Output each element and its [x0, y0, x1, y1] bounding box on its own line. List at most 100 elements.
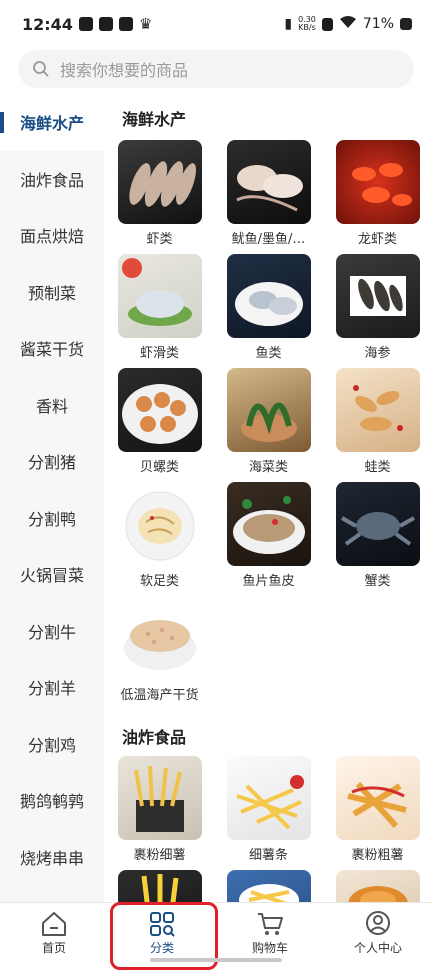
sidebar-item-label: 面点烘焙 [19, 227, 84, 247]
crab-image [335, 482, 420, 566]
battery-percent: 71% [362, 16, 394, 32]
thick-fries-image [335, 756, 420, 840]
cephalopod-image [117, 482, 202, 566]
sidebar-item-seafood[interactable]: 海鲜水产 [0, 94, 104, 151]
category-item-battered-fries[interactable]: 裹粉细薯 [105, 756, 214, 870]
category-label: 海菜类 [248, 460, 288, 475]
sim-icon [321, 17, 333, 31]
sidebar-item-lamb[interactable]: 分割羊 [0, 659, 104, 716]
section-grid: 裹粉细薯 细薯条 裹粉粗薯 [104, 756, 432, 902]
sidebar-item-spices[interactable]: 香料 [0, 377, 104, 434]
category-label: 裹粉细薯 [133, 848, 186, 863]
section-title: 海鲜水产 [122, 110, 187, 129]
category-item-dried-seafood[interactable]: 低温海产干货 [105, 596, 214, 710]
home-indicator [150, 958, 282, 962]
wifi-icon [339, 15, 357, 33]
crayfish-image [335, 140, 420, 224]
fried-food-image [335, 870, 420, 902]
category-item-squid[interactable]: 鱿鱼/墨鱼/… [214, 140, 323, 254]
sidebar-item-duck[interactable]: 分割鸭 [0, 490, 104, 547]
vibrate-icon: ▮ [284, 16, 293, 32]
category-item-thick-fries[interactable]: 裹粉粗薯 [323, 756, 432, 870]
status-bar: 12:44 ♛ ▮ 0.30 KB/s 71% [0, 0, 432, 48]
network-speed: 0.30 KB/s [298, 16, 316, 32]
sidebar-item-label: 分割鸡 [27, 735, 76, 755]
app-icon [118, 17, 133, 31]
category-item-crayfish[interactable]: 龙虾类 [323, 140, 432, 254]
search-icon [33, 61, 49, 77]
sidebar-item-label: 火锅冒菜 [19, 566, 84, 586]
sidebar-item-label: 分割羊 [27, 679, 76, 699]
tab-category[interactable]: 分类 [108, 902, 218, 970]
section-title: 油炸食品 [122, 728, 187, 747]
crown-icon: ♛ [138, 15, 153, 33]
category-label: 裹粉粗薯 [351, 848, 404, 863]
category-item-sea-cucumber[interactable]: 海参 [323, 254, 432, 368]
tiktok-icon [78, 17, 93, 31]
category-sidebar: 海鲜水产 油炸食品 面点烘焙 预制菜 酱菜干货 香料 分割猪 分割鸭 火锅冒菜 … [0, 94, 104, 902]
sidebar-item-label: 分割猪 [27, 453, 76, 473]
user-icon [366, 911, 390, 935]
thin-fries-image [226, 756, 311, 840]
sidebar-item-label: 酱菜干货 [19, 340, 84, 360]
sidebar-item-label: 香料 [35, 396, 68, 416]
category-label: 软足类 [139, 574, 179, 589]
category-label: 贝螺类 [139, 460, 179, 475]
category-item-fried-more-3[interactable] [323, 870, 432, 902]
category-item-fried-more-2[interactable] [214, 870, 323, 902]
sidebar-item-hotpot[interactable]: 火锅冒菜 [0, 546, 104, 603]
category-item-frog[interactable]: 蛙类 [323, 368, 432, 482]
category-item-shellfish[interactable]: 贝螺类 [105, 368, 214, 482]
tab-label: 分类 [149, 941, 174, 955]
home-icon [42, 912, 66, 936]
category-label: 鱼片鱼皮 [242, 574, 295, 589]
sidebar-item-prepared[interactable]: 预制菜 [0, 264, 104, 321]
category-content: 海鲜水产 虾类 鱿鱼/墨鱼/… 龙虾类 虾滑类 鱼类 海参 贝螺类 海菜类 蛙类… [104, 94, 432, 902]
shellfish-image [117, 368, 202, 452]
sidebar-item-bbq[interactable]: 烧烤串串 [0, 829, 104, 886]
mail-icon [98, 17, 113, 31]
category-item-crab[interactable]: 蟹类 [323, 482, 432, 596]
sidebar-item-pickles[interactable]: 酱菜干货 [0, 320, 104, 377]
sidebar-item-label: 分割鸭 [27, 509, 76, 529]
sidebar-item-label: 分割牛 [27, 622, 76, 642]
sidebar-item-pork[interactable]: 分割猪 [0, 433, 104, 490]
sidebar-item-beef[interactable]: 分割牛 [0, 603, 104, 660]
shrimp-image [117, 140, 202, 224]
tab-label: 个人中心 [353, 941, 402, 955]
category-item-shrimp[interactable]: 虾类 [105, 140, 214, 254]
category-label: 低温海产干货 [120, 688, 199, 703]
sidebar-item-fried-food[interactable]: 油炸食品 [0, 151, 104, 208]
category-label: 虾滑类 [139, 346, 179, 361]
category-item-fish-slice[interactable]: 鱼片鱼皮 [214, 482, 323, 596]
search-placeholder: 搜索你想要的商品 [60, 61, 189, 80]
category-icon [150, 912, 175, 937]
tab-label: 购物车 [251, 941, 288, 955]
sidebar-item-label: 油炸食品 [19, 170, 84, 190]
sidebar-item-chicken[interactable]: 分割鸡 [0, 716, 104, 773]
category-item-thin-fries[interactable]: 细薯条 [214, 756, 323, 870]
tab-home[interactable]: 首页 [0, 903, 108, 964]
category-item-seaweed[interactable]: 海菜类 [214, 368, 323, 482]
section-grid: 虾类 鱿鱼/墨鱼/… 龙虾类 虾滑类 鱼类 海参 贝螺类 海菜类 蛙类 软足类 … [104, 140, 432, 710]
sidebar-item-label: 预制菜 [27, 283, 76, 303]
category-item-fish[interactable]: 鱼类 [214, 254, 323, 368]
sidebar-item-poultry[interactable]: 鹅鸽鹌鹑 [0, 772, 104, 829]
tab-cart[interactable]: 购物车 [216, 903, 324, 964]
category-label: 虾类 [146, 232, 173, 247]
category-label: 龙虾类 [357, 232, 397, 247]
category-item-shrimp-paste[interactable]: 虾滑类 [105, 254, 214, 368]
category-item-cephalopod[interactable]: 软足类 [105, 482, 214, 596]
speed-unit: KB/s [298, 23, 316, 32]
search-input[interactable]: 搜索你想要的商品 [18, 50, 414, 88]
sidebar-item-bakery[interactable]: 面点烘焙 [0, 207, 104, 264]
category-label: 鱿鱼/墨鱼/… [231, 232, 306, 247]
sidebar-item-label: 海鲜水产 [19, 114, 84, 134]
category-label: 蟹类 [364, 574, 391, 589]
sidebar-item-label: 烧烤串串 [19, 848, 84, 868]
category-item-fried-more-1[interactable] [105, 870, 214, 902]
tab-profile[interactable]: 个人中心 [324, 903, 432, 964]
dried-seafood-image [117, 596, 202, 680]
battery-icon [400, 18, 412, 30]
squid-image [226, 140, 311, 224]
